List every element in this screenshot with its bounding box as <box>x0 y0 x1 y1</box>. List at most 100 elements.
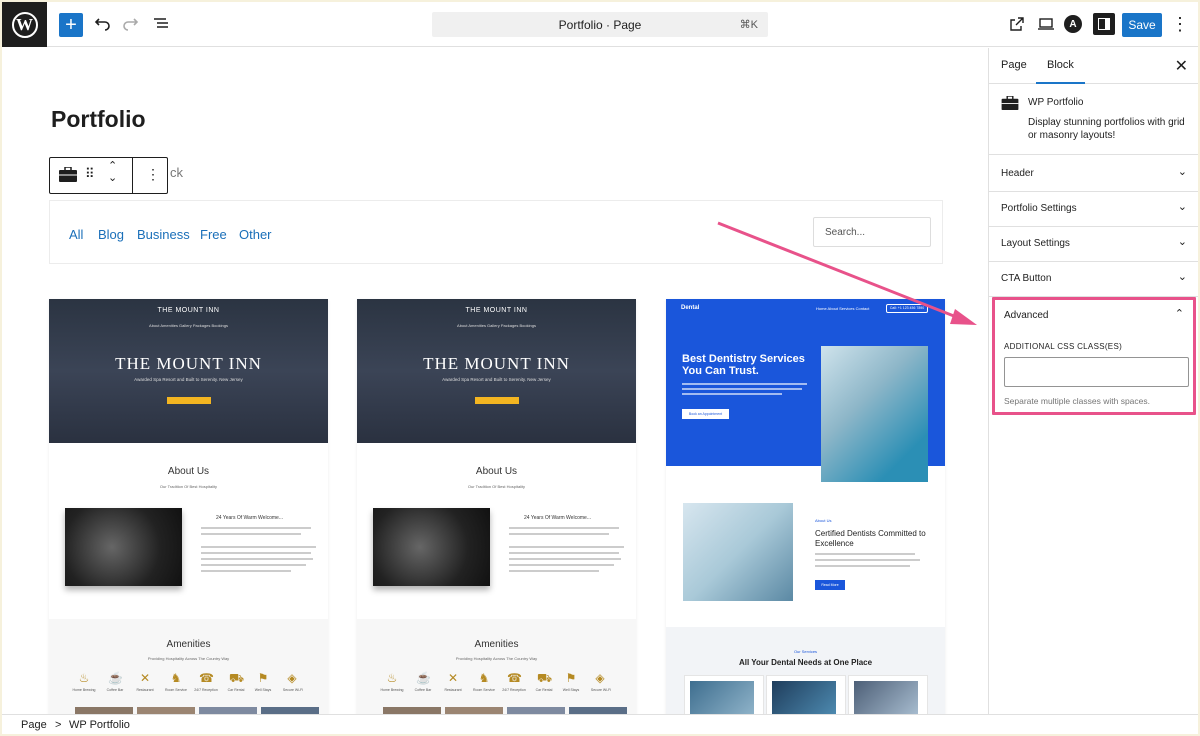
amenity-label: Home Brewing <box>380 688 404 692</box>
room-service-icon: ♞ <box>170 671 182 685</box>
amenity-label: Room Service <box>165 688 187 692</box>
astra-settings-icon[interactable]: A <box>1064 15 1082 33</box>
brewing-icon: ♨ <box>386 671 398 685</box>
editor-frame: W + Portfolio · Page ⌘K A Save ⋮ Portfol… <box>2 2 1198 734</box>
amenity-label: Restaurant <box>136 688 154 692</box>
chevron-down-icon: ⌄ <box>1177 236 1187 248</box>
text-line <box>201 546 316 548</box>
panel-portfolio-settings[interactable]: Portfolio Settings ⌄ <box>989 191 1198 227</box>
css-class-help: Separate multiple classes with spaces. <box>1004 396 1150 406</box>
text-line <box>815 553 915 555</box>
block-options-icon[interactable]: ⋮ <box>146 166 160 183</box>
dental-read-more: Read More <box>815 580 845 590</box>
filter-all[interactable]: All <box>69 227 83 242</box>
drag-handle-icon[interactable]: ⠿ <box>85 166 95 182</box>
breadcrumb: Page > WP Portfolio <box>2 714 1198 734</box>
briefcase-icon[interactable] <box>59 166 77 185</box>
dental-nav-button: Call: +1 123 456 7890 <box>886 304 928 313</box>
about-heading: About Us <box>475 466 518 477</box>
dental-nav: Home About Services Contact <box>816 306 870 311</box>
panel-cta-button[interactable]: CTA Button ⌄ <box>989 261 1198 297</box>
undo-icon[interactable] <box>90 12 114 36</box>
portfolio-item-mount-inn-2[interactable]: THE MOUNT INN About Amenities Gallery Pa… <box>357 299 636 714</box>
add-block-button[interactable]: + <box>59 13 83 37</box>
chevron-down-icon: ⌄ <box>1177 201 1187 213</box>
portfolio-search-input[interactable]: Search... <box>813 217 931 247</box>
wordpress-logo-icon: W <box>11 11 38 38</box>
view-page-icon[interactable] <box>1005 12 1029 36</box>
tab-page[interactable]: Page <box>1001 59 1027 71</box>
document-overview-icon[interactable] <box>149 12 173 36</box>
filter-free[interactable]: Free <box>200 227 227 242</box>
about-image <box>373 508 490 586</box>
dental-hero-button: Book an Appointment <box>682 409 729 419</box>
portfolio-item-dental[interactable]: Dental Home About Services Contact Call:… <box>666 299 945 714</box>
save-button[interactable]: Save <box>1122 13 1162 37</box>
hero-cta <box>167 397 211 404</box>
amenity-label: Car Rental <box>227 688 245 692</box>
command-palette-button[interactable]: Portfolio · Page ⌘K <box>432 12 768 37</box>
wordpress-logo-button[interactable]: W <box>2 2 47 47</box>
gallery-photo <box>137 707 195 714</box>
move-up-down-icon[interactable]: ⌃ ⌄ <box>108 160 117 184</box>
amenity-label: Coffee Bar <box>106 688 124 692</box>
stay-icon: ⚑ <box>257 671 269 685</box>
chevron-up-icon[interactable]: ⌃ <box>1175 307 1184 320</box>
tab-block[interactable]: Block <box>1036 59 1085 84</box>
stay-icon: ⚑ <box>565 671 577 685</box>
car-icon: ⛟ <box>537 671 553 685</box>
toolbar-divider <box>132 158 133 193</box>
filter-business[interactable]: Business <box>137 227 190 242</box>
page-title[interactable]: Portfolio <box>51 106 146 133</box>
about-heading: About Us <box>167 466 210 477</box>
text-line <box>509 552 619 554</box>
gallery-photo <box>507 707 565 714</box>
dental-hero-title: Best Dentistry Services You Can Trust. <box>682 353 805 377</box>
settings-sidebar-toggle-icon[interactable] <box>1093 13 1115 35</box>
settings-sidebar: Page Block ✕ WP Portfolio Display stunni… <box>988 48 1198 714</box>
services-heading: All Your Dental Needs at One Place <box>738 658 873 667</box>
portfolio-item-mount-inn[interactable]: THE MOUNT INN About Amenities Gallery Pa… <box>49 299 328 714</box>
reception-icon: ☎ <box>199 671 214 685</box>
panel-layout-settings[interactable]: Layout Settings ⌄ <box>989 226 1198 262</box>
text-line <box>201 558 313 560</box>
hero-logo: THE MOUNT INN <box>465 307 528 314</box>
hero-subtitle: Awarded Spa Resort and Built to Serenity… <box>134 377 243 382</box>
dental-eyebrow: About Us <box>815 518 832 523</box>
css-class-input[interactable] <box>1004 357 1189 387</box>
breadcrumb-page[interactable]: Page <box>21 719 47 731</box>
text-line <box>201 564 306 566</box>
text-line <box>509 546 624 548</box>
amenity-label: Secure Wi-Fi <box>590 688 612 692</box>
amenity-label: Well Stays <box>562 688 580 692</box>
close-icon[interactable]: ✕ <box>1175 56 1188 76</box>
css-class-label: ADDITIONAL CSS CLASS(ES) <box>1004 342 1123 351</box>
text-line <box>201 527 311 529</box>
device-preview-icon[interactable] <box>1034 12 1058 36</box>
filter-other[interactable]: Other <box>239 227 272 242</box>
breadcrumb-wp-portfolio[interactable]: WP Portfolio <box>69 719 130 731</box>
hero-title: THE MOUNT INN <box>423 354 570 373</box>
amenity-label: Coffee Bar <box>414 688 432 692</box>
panel-advanced: Advanced ⌃ ADDITIONAL CSS CLASS(ES) Sepa… <box>992 297 1196 415</box>
brewing-icon: ♨ <box>78 671 90 685</box>
advanced-panel-toggle[interactable]: Advanced <box>1004 310 1048 321</box>
dental-heading: Certified Dentists Committed to Excellen… <box>815 529 926 548</box>
redo-icon[interactable] <box>119 12 143 36</box>
amenity-label: Car Rental <box>535 688 553 692</box>
filter-blog[interactable]: Blog <box>98 227 124 242</box>
about-tagline: Our Tradition Of Best Hospitality <box>159 484 218 489</box>
about-right-heading: 24 Years Of Warm Welcome... <box>216 515 283 521</box>
amenity-label: Restaurant <box>444 688 462 692</box>
panel-title: Portfolio Settings <box>1001 203 1077 214</box>
block-toolbar: ⠿ ⌃ ⌄ ⋮ <box>49 157 168 194</box>
hero-title: THE MOUNT INN <box>115 354 262 373</box>
block-description: Display stunning portfolios with grid or… <box>1028 117 1185 141</box>
hero-logo: THE MOUNT INN <box>157 307 220 314</box>
options-menu-icon[interactable]: ⋮ <box>1168 12 1192 36</box>
amenity-label: Secure Wi-Fi <box>282 688 304 692</box>
room-service-icon: ♞ <box>478 671 490 685</box>
panel-header[interactable]: Header ⌄ <box>989 156 1198 192</box>
about-image <box>65 508 182 586</box>
hero-image: THE MOUNT INN About Amenities Gallery Pa… <box>49 299 328 443</box>
